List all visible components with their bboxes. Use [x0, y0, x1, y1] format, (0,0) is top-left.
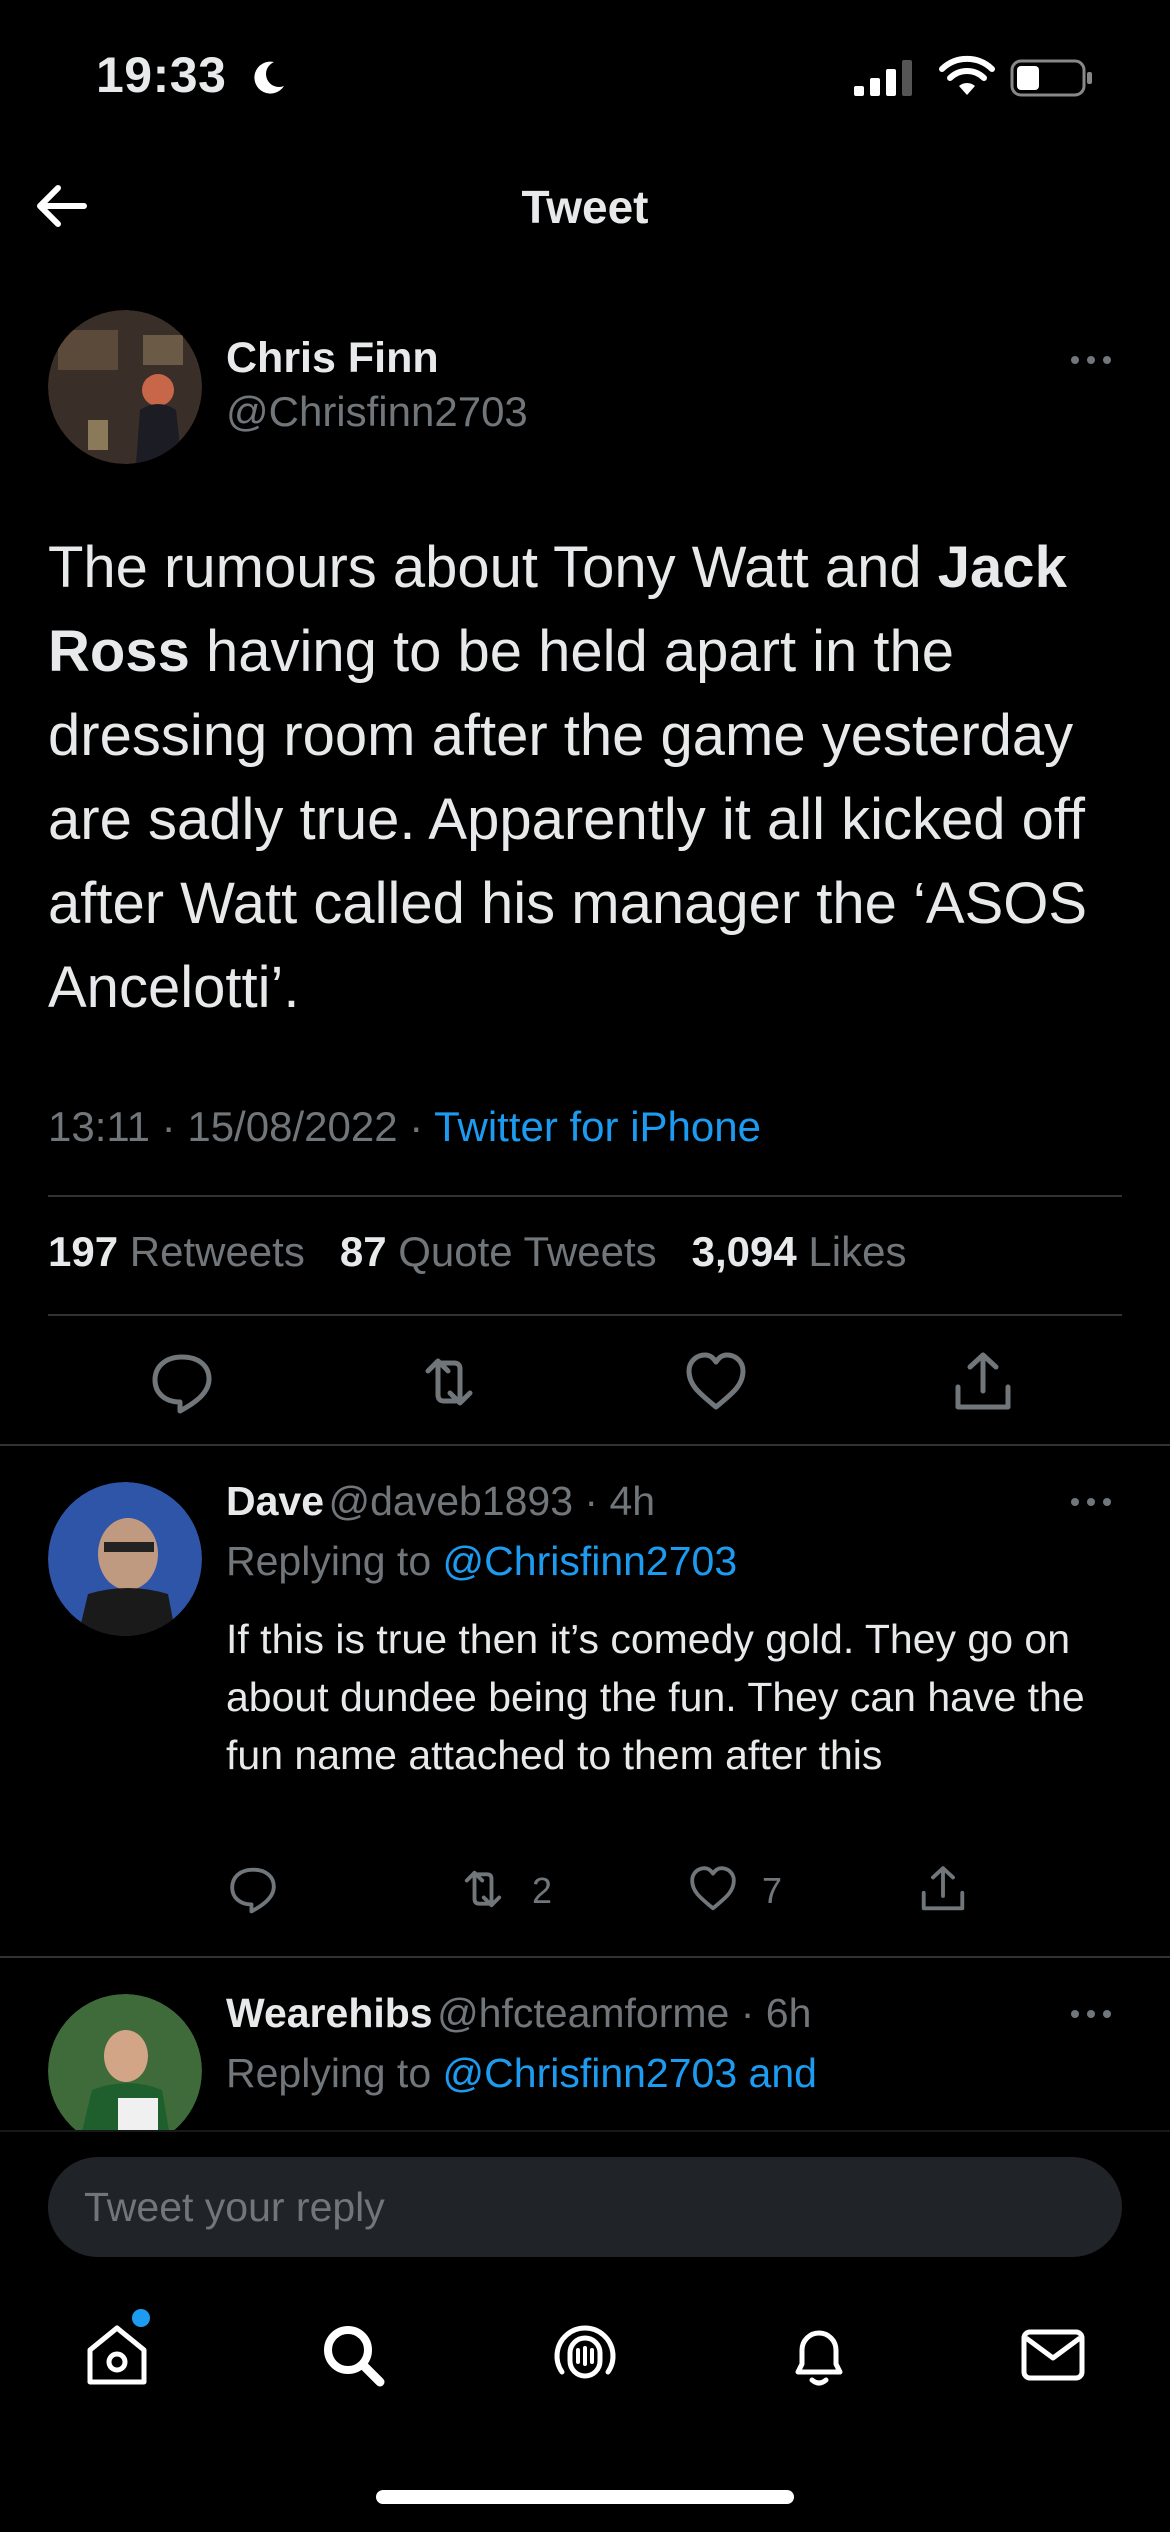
messages-mail-icon[interactable]	[1016, 2318, 1090, 2392]
page-title: Tweet	[521, 181, 649, 233]
replying-to-label: Replying to	[226, 2050, 432, 2096]
replying-to-link[interactable]: @Chrisfinn2703	[443, 1538, 738, 1584]
retweets-label: Retweets	[129, 1228, 305, 1275]
likes-label: Likes	[808, 1228, 907, 1275]
meta-separator: ·	[161, 1103, 176, 1150]
like-count: 7	[762, 1870, 783, 1911]
like-heart-icon[interactable]	[686, 1862, 740, 1916]
wifi-icon	[939, 55, 995, 95]
replying-to-label: Replying to	[226, 1538, 432, 1584]
divider	[48, 1195, 1122, 1197]
reply-time: 6h	[765, 1990, 812, 2036]
reply-author-name[interactable]: Wearehibs	[226, 1990, 433, 2036]
tweet-date: 15/08/2022	[187, 1103, 398, 1150]
retweets-stat[interactable]: 197 Retweets	[48, 1228, 305, 1275]
retweet-icon[interactable]	[456, 1862, 510, 1916]
reply-text: If this is true then it’s comedy gold. T…	[226, 1616, 1085, 1778]
reply-author-handle[interactable]: @hfcteamforme	[437, 1990, 729, 2036]
reply-avatar[interactable]	[48, 1994, 202, 2130]
likes-stat[interactable]: 3,094 Likes	[692, 1228, 907, 1275]
like-heart-icon[interactable]	[681, 1347, 751, 1417]
tweet-text-part: having to be held apart in the dressing …	[48, 619, 1088, 1020]
more-options-icon[interactable]	[1068, 1482, 1114, 1522]
replying-to: Replying to @Chrisfinn2703 and	[226, 2050, 817, 2097]
divider	[0, 1444, 1170, 1446]
notifications-bell-icon[interactable]	[782, 2318, 856, 2392]
reply-header: Wearehibs @hfcteamforme · 6h	[226, 1990, 811, 2037]
search-icon[interactable]	[316, 2318, 390, 2392]
reply-author-handle[interactable]: @daveb1893	[328, 1478, 573, 1524]
retweet-icon[interactable]	[414, 1347, 484, 1417]
reply-time: 4h	[609, 1478, 656, 1524]
author-name[interactable]: Chris Finn	[226, 334, 439, 383]
replying-to-link[interactable]: @Chrisfinn2703 and	[443, 2050, 817, 2096]
reply-icon[interactable]	[147, 1347, 217, 1417]
reply-input-placeholder: Tweet your reply	[84, 2184, 385, 2230]
meta-separator: ·	[409, 1103, 424, 1150]
reply-header: Dave @daveb1893 · 4h	[226, 1478, 655, 1525]
meta-separator: ·	[729, 1990, 766, 2036]
retweet-count: 2	[532, 1870, 553, 1911]
quotes-count: 87	[339, 1228, 387, 1275]
retweets-count: 197	[48, 1228, 119, 1275]
moon-icon	[254, 61, 284, 94]
tweet-meta: 13:11 · 15/08/2022 · Twitter for iPhone	[48, 1103, 761, 1151]
tweet-stats: 197 Retweets 87 Quote Tweets 3,094 Likes	[48, 1228, 906, 1276]
divider	[0, 2130, 1170, 2132]
quotes-label: Quote Tweets	[398, 1228, 657, 1275]
tweet-text: The rumours about Tony Watt and Jack Ros…	[48, 526, 1128, 1030]
notification-dot	[132, 2309, 150, 2327]
status-time: 19:33	[96, 47, 227, 103]
reply-avatar[interactable]	[48, 1482, 202, 1636]
home-indicator	[376, 2490, 794, 2504]
spaces-icon[interactable]	[548, 2318, 622, 2392]
meta-separator: ·	[573, 1478, 610, 1524]
more-options-icon[interactable]	[1068, 340, 1114, 380]
replying-to: Replying to @Chrisfinn2703	[226, 1538, 737, 1585]
reply-icon[interactable]	[226, 1862, 280, 1916]
signal-icon	[854, 60, 912, 96]
home-icon[interactable]	[80, 2318, 154, 2392]
divider	[48, 1314, 1122, 1316]
author-avatar[interactable]	[48, 310, 202, 464]
reply-author-name[interactable]: Dave	[226, 1478, 324, 1524]
tweet-time: 13:11	[48, 1103, 150, 1150]
author-handle[interactable]: @Chrisfinn2703	[226, 388, 528, 436]
tweet-text-part: The rumours about Tony Watt and	[48, 535, 938, 600]
battery-icon	[1010, 59, 1092, 97]
likes-count: 3,094	[691, 1228, 797, 1275]
tweet-source-link[interactable]: Twitter for iPhone	[434, 1103, 761, 1150]
reply-clip-area: Wearehibs @hfcteamforme · 6h Replying to…	[0, 1958, 1170, 2130]
share-icon[interactable]	[948, 1347, 1018, 1417]
more-options-icon[interactable]	[1068, 1994, 1114, 2034]
quotes-stat[interactable]: 87 Quote Tweets	[340, 1228, 657, 1275]
share-icon[interactable]	[916, 1862, 970, 1916]
